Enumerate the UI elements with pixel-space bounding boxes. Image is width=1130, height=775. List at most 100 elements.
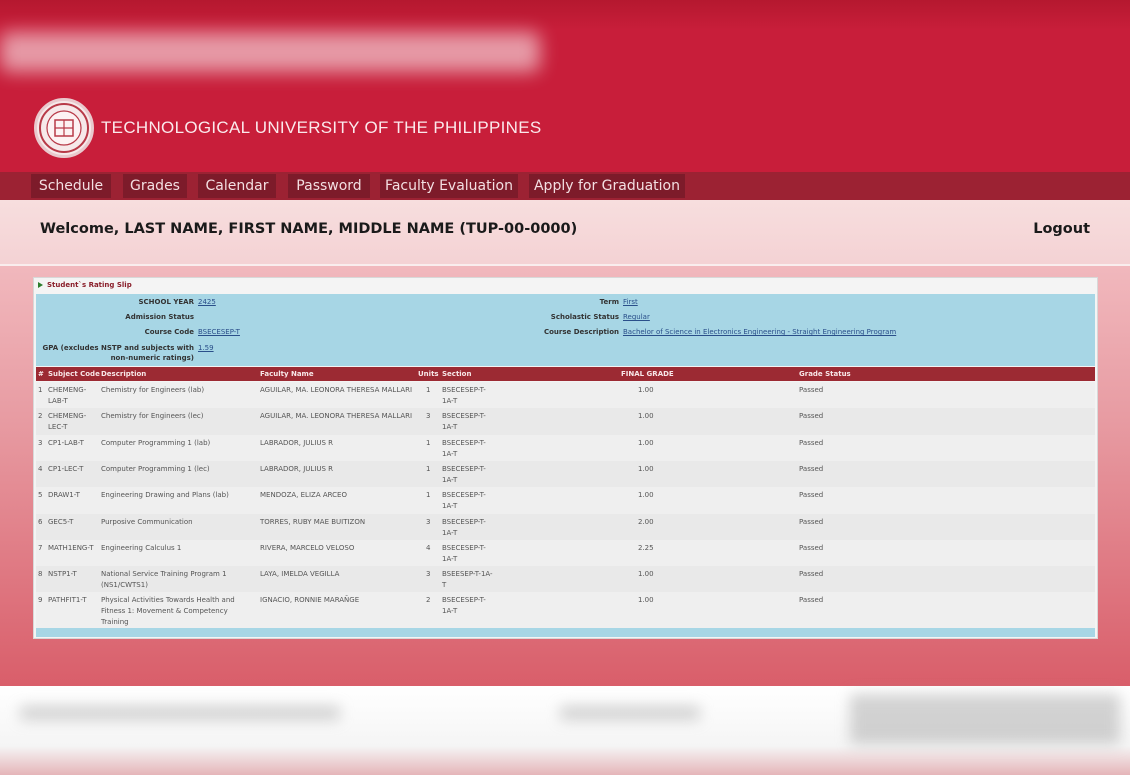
row-subject-code: NSTP1-T [48,570,77,578]
logout-link[interactable]: Logout [1033,221,1090,237]
row-grade-status: Passed [799,412,824,420]
row-units: 3 [426,518,431,526]
rating-slip-panel: Student`s Rating Slip SCHOOL YEAR 2425 T… [33,277,1098,639]
nav-grades[interactable]: Grades [123,174,187,198]
welcome-bar: Welcome, LAST NAME, FIRST NAME, MIDDLE N… [0,200,1130,266]
row-subject-code: CP1-LEC-T [48,465,84,473]
row-description: Engineering Drawing and Plans (lab) [101,491,229,499]
table-row: 3 CP1-LAB-T Computer Programming 1 (lab) LA… [36,435,1095,462]
school-year-value[interactable]: 2425 [198,298,216,306]
row-subject-code: PATHFIT1-T [48,596,87,604]
row-section: BSECESEP-T-1A-T [442,412,486,431]
row-faculty-name: LABRADOR, JULIUS R [260,465,334,473]
nav-schedule[interactable]: Schedule [31,174,111,198]
expand-arrow-icon [38,282,43,288]
row-description: Physical Activities Towards Health and F… [101,596,235,626]
row-final-grade: 1.00 [638,491,654,499]
row-final-grade: 2.25 [638,544,654,552]
row-grade-status: Passed [799,491,824,499]
row-num: 4 [38,465,43,473]
row-faculty-name: IGNACIO, RONNIE MARAÑGE [260,596,360,604]
row-section: BSECESEP-T-1A-T [442,518,486,537]
course-code-value[interactable]: BSECESEP-T [198,328,240,336]
row-units: 1 [426,439,431,447]
course-description-value[interactable]: Bachelor of Science in Electronics Engin… [623,328,896,336]
row-faculty-name: MENDOZA, ELIZA ARCEO [260,491,347,499]
row-section: BSECESEP-T-1A-T [442,491,486,510]
table-row: 6 GEC5-T Purposive Communication TORRES, RU… [36,514,1095,541]
gpa-label-line2: non-numeric ratings) [110,354,194,362]
row-faculty-name: LABRADOR, JULIUS R [260,439,334,447]
row-final-grade: 1.00 [638,439,654,447]
row-num: 8 [38,570,43,578]
row-units: 3 [426,570,431,578]
col-units: Units [418,370,439,378]
row-faculty-name: AGUILAR, MA. LEONORA THERESA MALLARI [260,386,413,394]
row-units: 1 [426,386,431,394]
row-grade-status: Passed [799,386,824,394]
row-units: 1 [426,465,431,473]
nav-apply-for-graduation[interactable]: Apply for Graduation [529,174,685,198]
nav-password[interactable]: Password [288,174,370,198]
table-footer [36,628,1095,637]
row-subject-code: MATH1ENG-T [48,544,94,552]
main-nav: Schedule Grades Calendar Password Facult… [0,172,1130,200]
table-row: 5 DRAW1-T Engineering Drawing and Plans (l… [36,487,1095,515]
row-section: BSEESEP-T-1A-T [442,570,493,589]
term-label: Term [599,298,619,306]
row-grade-status: Passed [799,544,824,552]
blurred-footer [0,686,1130,775]
panel-title[interactable]: Student`s Rating Slip [38,281,132,289]
header-banner: TECHNOLOGICAL UNIVERSITY OF THE PHILIPPI… [0,0,1130,172]
grades-table-header: # Subject Code Description Faculty Name … [36,367,1095,381]
row-description: Engineering Calculus 1 [101,544,182,552]
row-final-grade: 1.00 [638,596,654,604]
row-units: 1 [426,491,431,499]
row-section: BSECESEP-T-1A-T [442,596,486,615]
row-grade-status: Passed [799,570,824,578]
row-section: BSECESEP-T-1A-T [442,386,486,405]
row-section: BSECESEP-T-1A-T [442,439,486,458]
row-final-grade: 1.00 [638,412,654,420]
col-faculty-name: Faculty Name [260,370,314,378]
university-seal-icon [34,98,94,158]
table-row: 1 CHEMENG-LAB-T Chemistry for Engineers (l… [36,382,1095,409]
row-description: Computer Programming 1 (lab) [101,439,211,447]
table-row: 9 PATHFIT1-T Physical Activities Towards H… [36,592,1095,629]
row-units: 3 [426,412,431,420]
row-num: 1 [38,386,43,394]
course-code-label: Course Code [144,328,194,336]
panel-title-label: Student`s Rating Slip [47,281,132,289]
term-value[interactable]: First [623,298,638,306]
blurred-footer-block [850,694,1120,744]
row-num: 6 [38,518,43,526]
row-subject-code: CHEMENG-LAB-T [48,386,87,405]
row-grade-status: Passed [799,518,824,526]
row-units: 2 [426,596,431,604]
col-num: # [38,370,44,378]
table-row: 4 CP1-LEC-T Computer Programming 1 (lec) LA… [36,461,1095,488]
row-description: Chemistry for Engineers (lec) [101,412,204,420]
row-section: BSECESEP-T-1A-T [442,544,486,563]
row-subject-code: GEC5-T [48,518,74,526]
row-faculty-name: LAYA, IMELDA VEGILLA [260,570,340,578]
row-num: 7 [38,544,43,552]
admission-status-label: Admission Status [125,313,194,321]
row-section: BSECESEP-T-1A-T [442,465,486,484]
gpa-value[interactable]: 1.59 [198,344,214,352]
row-units: 4 [426,544,431,552]
nav-faculty-evaluation[interactable]: Faculty Evaluation [380,174,518,198]
scholastic-status-value[interactable]: Regular [623,313,650,321]
nav-calendar[interactable]: Calendar [198,174,276,198]
school-year-label: SCHOOL YEAR [138,298,195,306]
row-final-grade: 1.00 [638,570,654,578]
table-row: 8 NSTP1-T National Service Training Progra… [36,566,1095,593]
col-section: Section [442,370,472,378]
row-faculty-name: AGUILAR, MA. LEONORA THERESA MALLARI [260,412,413,420]
row-final-grade: 1.00 [638,386,654,394]
row-grade-status: Passed [799,596,824,604]
row-num: 3 [38,439,43,447]
table-row: 7 MATH1ENG-T Engineering Calculus 1 RIVERA,… [36,540,1095,567]
row-description: Purposive Communication [101,518,193,526]
row-subject-code: CHEMENG-LEC-T [48,412,87,431]
